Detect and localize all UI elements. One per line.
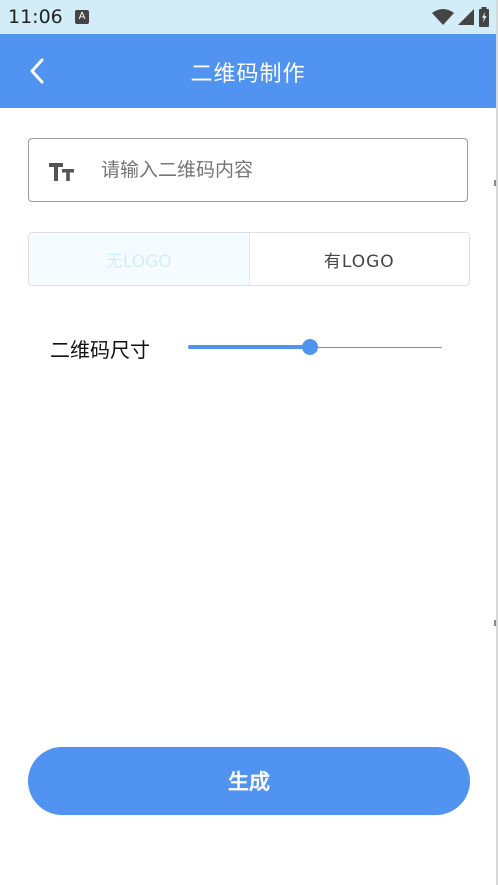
status-icons	[432, 7, 490, 27]
app-screen: 11:06 A 二维码制作 请输入二维码内容 无LOGO 有LOGO 二维码尺寸…	[0, 0, 498, 885]
status-bar: 11:06 A	[0, 0, 496, 34]
qr-content-input[interactable]	[101, 149, 451, 191]
qr-size-slider[interactable]	[188, 334, 444, 362]
status-time: 11:06	[8, 6, 63, 28]
signal-icon	[458, 9, 474, 25]
qr-content-field[interactable]	[28, 138, 468, 202]
title-bar: 二维码制作	[0, 34, 496, 108]
battery-icon	[479, 7, 489, 27]
edge-mark	[494, 180, 496, 186]
with-logo-option[interactable]: 有LOGO	[249, 233, 469, 285]
page-title: 二维码制作	[190, 62, 306, 87]
slider-fill	[188, 345, 310, 349]
text-format-icon	[49, 163, 74, 181]
a-icon: A	[75, 10, 89, 24]
slider-thumb[interactable]	[302, 339, 318, 355]
generate-button[interactable]: 生成	[28, 747, 470, 815]
wifi-icon	[432, 9, 454, 25]
logo-toggle: 无LOGO 有LOGO	[28, 232, 470, 286]
no-logo-option[interactable]: 无LOGO	[29, 233, 250, 285]
qr-size-label: 二维码尺寸	[50, 338, 150, 362]
edge-mark	[494, 620, 496, 626]
